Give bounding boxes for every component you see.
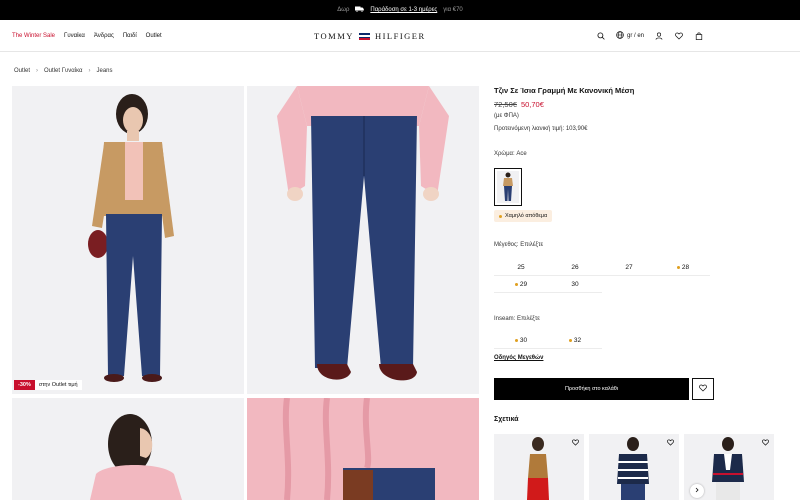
flag-icon [358,32,370,40]
size-selector: 25 26 27 28 29 30 [494,259,712,293]
related-product-image [494,434,584,500]
swatch-thumbnail [497,171,519,203]
product-image-fabric[interactable] [247,398,479,500]
size-option-25[interactable]: 25 [494,259,548,276]
header-actions: gr / en [596,20,704,52]
low-stock-dot [676,265,680,269]
low-stock-dot [499,214,502,218]
color-label: Χρώμα: Ace [494,151,527,157]
model-photo-4 [247,398,479,500]
low-stock-text: Χαμηλό απόθεμα [505,213,548,219]
promo-right: για €70 [443,7,463,13]
language-switcher[interactable]: gr / en [616,31,644,41]
chevron-right-icon [694,487,700,495]
related-product-card[interactable] [589,434,679,500]
product-image-detail[interactable] [247,86,479,394]
brand-logo[interactable]: TOMMY HILFIGER [314,31,426,41]
vat-note: (με ΦΠΑ) [494,113,519,119]
color-swatch-ace[interactable] [494,168,522,206]
size-value: 27 [625,263,633,271]
nav-item-sale[interactable]: The Winter Sale [12,33,55,39]
related-heading: Σχετικά [494,416,519,423]
logo-left: TOMMY [314,31,354,41]
account-icon[interactable] [654,31,664,41]
globe-icon [616,31,624,41]
breadcrumb-item-jeans[interactable]: Jeans [96,68,112,74]
rrp-note: Προτεινόμενη λιανική τιμή: 103,90€ [494,126,588,132]
promo-bar: Δωρ Παράδοση σε 1-3 ημέρες για €70 [0,0,800,20]
heart-icon[interactable] [674,31,684,41]
model-photo-2 [247,86,479,394]
heart-icon [699,384,707,394]
size-option-28[interactable]: 28 [656,259,710,276]
model-photo-3 [12,398,244,500]
main-nav: The Winter Sale Γυναίκα Άνδρας Παιδί Out… [12,20,162,52]
size-option-26[interactable]: 26 [548,259,602,276]
discount-badge: -30% [14,380,35,390]
low-stock-badge: Χαμηλό απόθεμα [494,210,553,222]
size-option-27[interactable]: 27 [602,259,656,276]
low-stock-dot [514,338,518,342]
price-block: 72,50€ 50,70€ [494,100,544,109]
nav-item-kids[interactable]: Παιδί [123,33,137,39]
add-to-bag-button[interactable]: Προσθήκη στο καλάθι [494,378,689,400]
nav-item-outlet[interactable]: Outlet [146,33,162,39]
sale-price: 50,70€ [520,100,544,109]
chevron-right-icon: › [36,68,39,74]
nav-item-men[interactable]: Άνδρας [94,33,114,39]
size-value: 26 [571,263,579,271]
inseam-option-32[interactable]: 32 [548,332,602,349]
language-label: gr / en [627,33,645,39]
site-header: The Winter Sale Γυναίκα Άνδρας Παιδί Out… [0,20,800,52]
inseam-value: 30 [519,336,528,344]
search-icon[interactable] [596,31,606,41]
truck-icon [355,6,365,14]
size-value: 28 [681,263,690,271]
heart-icon[interactable] [572,439,579,448]
product-image-front[interactable] [12,86,244,394]
size-label: Μέγεθος: Επιλέξτε [494,242,544,248]
size-value: 30 [571,280,579,288]
inseam-selector: 30 32 [494,332,602,349]
inseam-value: 32 [573,336,582,344]
breadcrumb: Outlet › Outlet Γυναίκα › Jeans [14,68,113,74]
wishlist-button[interactable] [692,378,714,400]
related-product-image [589,434,679,500]
size-guide-link[interactable]: Οδηγός Μεγεθών [494,355,543,361]
logo-right: HILFIGER [374,31,426,41]
inseam-option-30[interactable]: 30 [494,332,548,349]
size-option-29[interactable]: 29 [494,276,548,293]
low-stock-dot [514,282,518,286]
breadcrumb-item-outlet-women[interactable]: Outlet Γυναίκα [44,68,82,74]
discount-text: στην Outlet τιμή [38,382,78,388]
chevron-right-icon: › [88,68,91,74]
heart-icon[interactable] [667,439,674,448]
nav-item-women[interactable]: Γυναίκα [64,33,85,39]
related-product-card[interactable] [494,434,584,500]
promo-left: Δωρ [337,7,350,13]
size-value: 25 [517,263,525,271]
outlet-promo-badge: -30% στην Outlet τιμή [14,380,82,390]
carousel-next-button[interactable] [690,484,704,498]
size-value: 29 [519,280,528,288]
bag-icon[interactable] [694,31,704,41]
model-photo-1 [12,86,244,394]
inseam-label: Inseam: Επιλέξτε [494,316,540,322]
low-stock-dot [568,338,572,342]
promo-link[interactable]: Παράδοση σε 1-3 ημέρες [370,7,437,13]
size-option-30[interactable]: 30 [548,276,602,293]
breadcrumb-item-outlet[interactable]: Outlet [14,68,30,74]
heart-icon[interactable] [762,439,769,448]
product-image-back[interactable] [12,398,244,500]
old-price: 72,50€ [494,100,517,109]
product-title: Τζιν Σε Ίσια Γραμμή Με Κανονική Μέση [494,86,635,95]
